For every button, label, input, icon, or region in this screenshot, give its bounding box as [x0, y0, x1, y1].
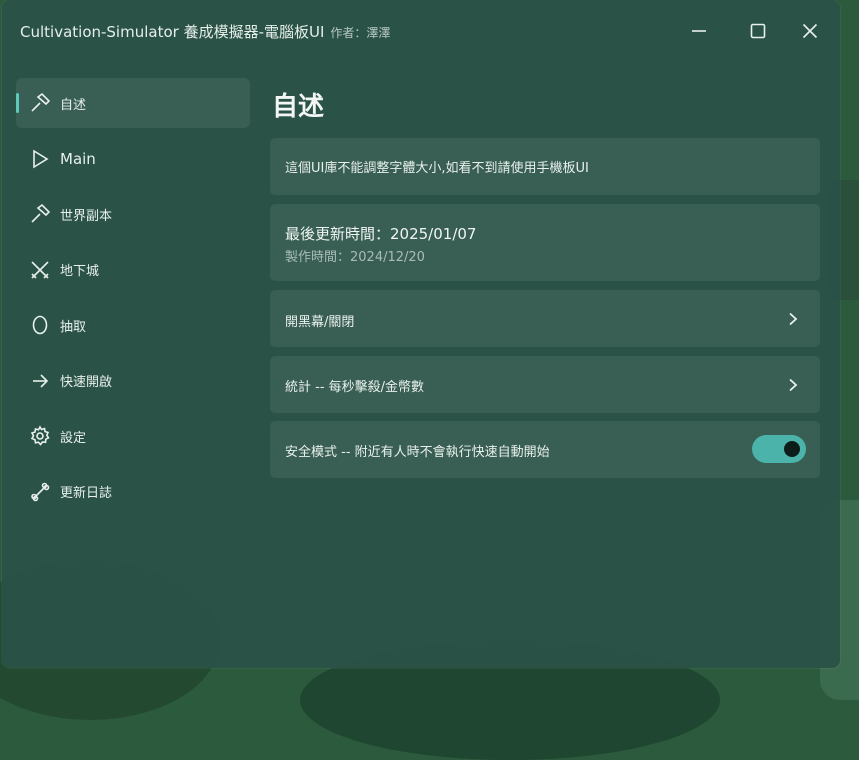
play-icon — [28, 147, 52, 171]
title-bar[interactable]: Cultivation-Simulator 養成模擬器-電腦板UI 作者：澤澤 — [2, 0, 840, 62]
chevron-right-icon — [784, 376, 802, 394]
close-icon — [802, 23, 818, 39]
sidebar-item-dungeon[interactable]: 地下城 — [16, 245, 250, 295]
gear-icon — [28, 424, 52, 448]
row-label: 開黑幕/關閉 — [285, 315, 355, 330]
window-title-text: Cultivation-Simulator 養成模擬器-電腦板UI — [20, 23, 325, 41]
sidebar-item-label: 自述 — [60, 97, 87, 113]
toggle-knob — [784, 441, 800, 457]
sidebar-item-world-dungeon[interactable]: 世界副本 — [16, 189, 250, 239]
window-author: 作者：澤澤 — [330, 26, 391, 40]
hammer-icon — [28, 202, 52, 226]
hammer-icon — [28, 91, 52, 115]
update-info-card: 最後更新時間：2025/01/07 製作時間：2024/12/20 — [270, 204, 820, 281]
egg-icon — [28, 313, 52, 337]
sidebar-item-label: 快速開啟 — [60, 375, 113, 390]
sidebar-item-label: 地下城 — [60, 264, 100, 279]
arrow-right-icon — [28, 369, 52, 393]
sidebar-item-label: Main — [60, 149, 96, 168]
stats-row[interactable]: 統計 -- 每秒擊殺/金幣數 — [270, 356, 820, 413]
active-indicator — [16, 93, 19, 113]
sidebar-item-quick-start[interactable]: 快速開啟 — [16, 356, 250, 406]
sidebar-item-label: 抽取 — [60, 319, 87, 335]
row-label: 統計 -- 每秒擊殺/金幣數 — [285, 380, 425, 395]
sidebar: 自述 Main 世界副本 地下城 抽取 快速開啟 設定 更新日誌 — [16, 78, 250, 522]
bone-icon — [28, 480, 52, 504]
sidebar-item-settings[interactable]: 設定 — [16, 411, 250, 461]
safe-mode-toggle[interactable] — [752, 435, 806, 463]
app-window: Cultivation-Simulator 養成模擬器-電腦板UI 作者：澤澤 自… — [2, 0, 840, 668]
minimize-button[interactable] — [684, 16, 714, 46]
sidebar-item-readme[interactable]: 自述 — [16, 78, 250, 128]
created-text: 製作時間：2024/12/20 — [285, 250, 425, 265]
sidebar-item-label: 設定 — [60, 430, 87, 446]
close-button[interactable] — [795, 16, 825, 46]
page-title: 自述 — [272, 92, 325, 122]
maximize-button[interactable] — [743, 16, 773, 46]
sidebar-item-changelog[interactable]: 更新日誌 — [16, 467, 250, 517]
window-title: Cultivation-Simulator 養成模擬器-電腦板UI 作者：澤澤 — [20, 21, 390, 42]
safe-mode-row: 安全模式 -- 附近有人時不會執行快速自動開始 — [270, 421, 820, 478]
sidebar-item-label: 世界副本 — [60, 208, 113, 224]
notice-text: 這個UI庫不能調整字體大小,如看不到請使用手機板UI — [285, 161, 589, 176]
chevron-right-icon — [784, 310, 802, 328]
sidebar-item-label: 更新日誌 — [60, 486, 113, 501]
crossed-swords-icon — [28, 258, 52, 282]
blackout-toggle-row[interactable]: 開黑幕/關閉 — [270, 290, 820, 347]
notice-card: 這個UI庫不能調整字體大小,如看不到請使用手機板UI — [270, 138, 820, 195]
sidebar-item-main[interactable]: Main — [16, 134, 250, 184]
minimize-icon — [692, 30, 706, 32]
row-label: 安全模式 -- 附近有人時不會執行快速自動開始 — [285, 445, 550, 460]
sidebar-item-gacha[interactable]: 抽取 — [16, 300, 250, 350]
last-updated-text: 最後更新時間：2025/01/07 — [285, 225, 477, 243]
maximize-icon — [750, 23, 766, 39]
